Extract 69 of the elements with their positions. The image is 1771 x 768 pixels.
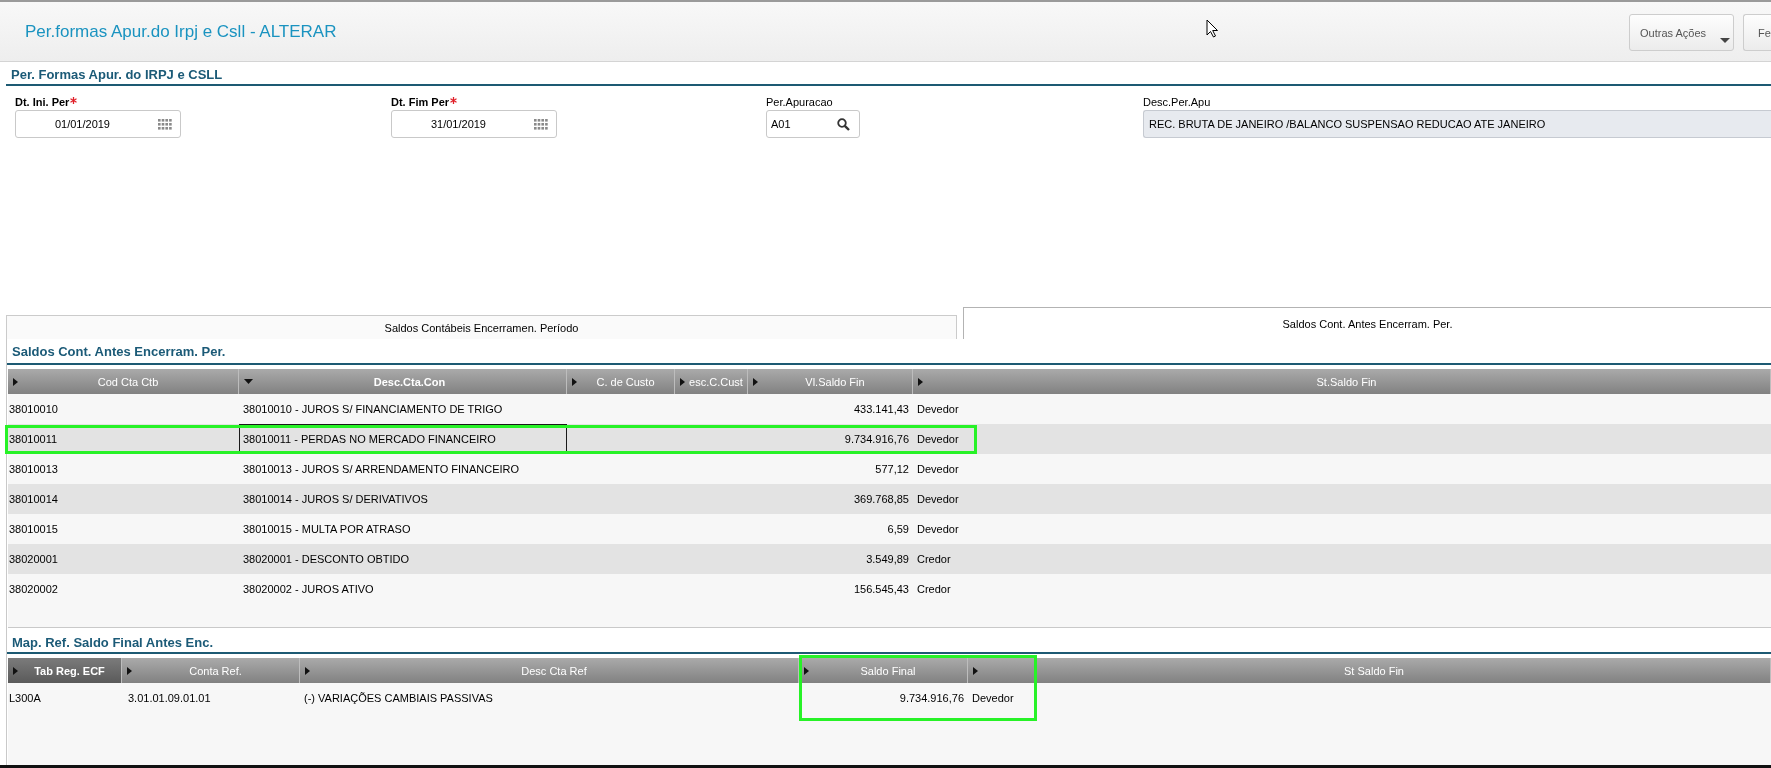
- date-field[interactable]: 01/01/2019: [15, 110, 181, 138]
- caret-right-icon: [305, 666, 310, 675]
- required-icon: [450, 97, 458, 104]
- table-cell-text: Credor: [916, 582, 952, 597]
- caret-right-icon: [127, 666, 132, 675]
- table-cell-text: 38010011: [8, 432, 59, 447]
- caret-right-icon: [13, 666, 18, 675]
- caret-right-icon: [973, 666, 978, 675]
- table-cell-text: Devedor: [971, 691, 1015, 706]
- section-title: Map. Ref. Saldo Final Antes Enc.: [7, 628, 1771, 654]
- table-cell-text: Devedor: [916, 492, 960, 507]
- table-cell-text: 38010015 - MULTA POR ATRASO: [242, 522, 412, 537]
- lookup-field[interactable]: A01: [766, 110, 860, 138]
- required-icon: [70, 97, 78, 104]
- field-label: Dt. Fim Per: [391, 96, 458, 109]
- table-cell-text: 38020002 - JUROS ATIVO: [242, 582, 375, 597]
- column-header[interactable]: Tab Reg. ECF: [8, 658, 122, 683]
- caret-down-icon: [244, 379, 253, 384]
- table-cell-text: (-) VARIAÇÕES CAMBIAIS PASSIVAS: [303, 691, 494, 706]
- tab[interactable]: Saldos Cont. Antes Encerram. Per.: [963, 307, 1771, 339]
- table-cell-text: 577,12: [874, 462, 910, 477]
- caret-right-icon: [753, 377, 758, 386]
- table-cell-text: 38020001 - DESCONTO OBTIDO: [242, 552, 411, 567]
- table-cell-text: 433.141,43: [852, 402, 910, 417]
- table-cell-text: 38010014: [8, 492, 59, 507]
- caret-right-icon: [13, 377, 18, 386]
- table-cell-text: Devedor: [916, 402, 960, 417]
- table-cell-text: Devedor: [916, 522, 960, 537]
- table-cell-text: 38020002: [8, 582, 59, 597]
- toolbar-button[interactable]: Fe: [1743, 14, 1771, 51]
- section-title: Per. Formas Apur. do IRPJ e CSLL: [6, 63, 1771, 86]
- table-cell-text: 38020001: [8, 552, 59, 567]
- calendar-icon[interactable]: [158, 118, 172, 130]
- table-cell-text: 38010014 - JUROS S/ DERIVATIVOS: [242, 492, 429, 507]
- table-row[interactable]: 38020001 38020001 - DESCONTO OBTIDO 3.549,89 Credor: [8, 544, 1771, 574]
- search-icon[interactable]: [837, 117, 850, 131]
- calendar-icon[interactable]: [534, 118, 548, 130]
- table-cell-text: Devedor: [916, 432, 960, 447]
- table-cell-text: 6,59: [886, 522, 910, 537]
- caret-right-icon: [572, 377, 577, 386]
- table-cell-text: L300A: [8, 691, 42, 706]
- table-cell-text: 38010015: [8, 522, 59, 537]
- table-cell-text: 9.734.916,76: [843, 432, 910, 447]
- table-cell-text: 3.549,89: [865, 552, 910, 567]
- table-row[interactable]: 38010011 38010011 - PERDAS NO MERCADO FINANCEIRO 9.734.916,76 Devedor: [8, 424, 1771, 454]
- caret-down-icon: [1720, 38, 1730, 43]
- table-cell-text: 38010010: [8, 402, 59, 417]
- field-label: Per.Apuracao: [766, 96, 833, 109]
- caret-right-icon: [804, 666, 809, 675]
- table-cell-text: 38010013 - JUROS S/ ARRENDAMENTO FINANCEIRO: [242, 462, 521, 477]
- caret-right-icon: [918, 377, 923, 386]
- tab[interactable]: Saldos Contábeis Encerramen. Período: [6, 315, 957, 339]
- table-cell-text: Devedor: [916, 462, 960, 477]
- table-cell-text: 38010013: [8, 462, 59, 477]
- table-cell-text: 38010010 - JUROS S/ FINANCIAMENTO DE TRIGO: [242, 402, 504, 417]
- date-field[interactable]: 31/01/2019: [391, 110, 557, 138]
- more-actions-button[interactable]: Outras Ações: [1629, 14, 1734, 51]
- table-row[interactable]: 38010014 38010014 - JUROS S/ DERIVATIVOS 369.768,85 Devedor: [8, 484, 1771, 514]
- page-title: Per.formas Apur.do Irpj e Csll - ALTERAR: [25, 21, 337, 42]
- table-cell-text: 9.734.916,76: [898, 691, 965, 706]
- table-cell-text: 3.01.01.09.01.01: [127, 691, 212, 706]
- section-title: Saldos Cont. Antes Encerram. Per.: [7, 339, 1771, 365]
- table-cell-text: Credor: [916, 552, 952, 567]
- field-label: Desc.Per.Apu: [1143, 96, 1211, 109]
- cursor-icon: [1206, 19, 1219, 38]
- caret-right-icon: [680, 377, 685, 386]
- field-label: Dt. Ini. Per: [15, 96, 78, 109]
- table-cell-text: 369.768,85: [852, 492, 910, 507]
- table-cell-text: 156.545,43: [852, 582, 910, 597]
